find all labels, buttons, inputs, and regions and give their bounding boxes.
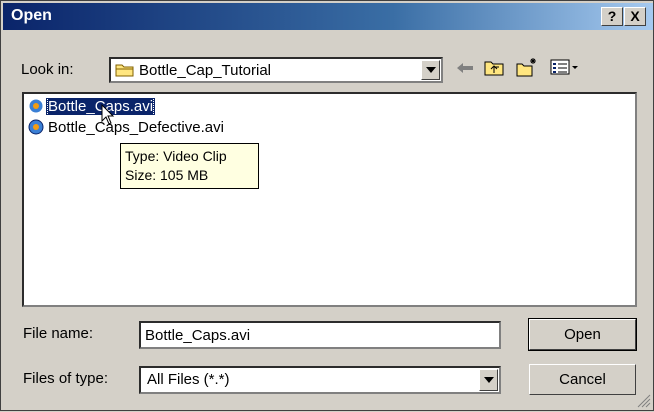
- mouse-cursor-icon: [101, 103, 115, 130]
- video-file-icon: [28, 119, 44, 135]
- look-in-dropdown-button[interactable]: [421, 60, 440, 80]
- file-name-label: File name:: [23, 325, 94, 342]
- file-name-value: Bottle_Caps.avi: [145, 327, 251, 344]
- file-name: Bottle_Caps_Defective.avi: [48, 118, 224, 136]
- back-button[interactable]: [453, 57, 477, 81]
- view-menu-icon: [550, 59, 580, 79]
- chevron-down-icon: [483, 377, 494, 383]
- view-menu-button[interactable]: [547, 57, 583, 81]
- close-button[interactable]: X: [624, 7, 646, 26]
- up-folder-button[interactable]: [481, 57, 507, 81]
- new-folder-button[interactable]: [513, 57, 541, 81]
- back-arrow-icon: [456, 61, 474, 78]
- open-button[interactable]: Open: [528, 318, 637, 351]
- file-type-label: Files of type:: [23, 370, 109, 387]
- tooltip-size: Size: 105 MB: [125, 167, 209, 183]
- file-tooltip: Type: Video Clip Size: 105 MB: [120, 143, 259, 189]
- look-in-label: Look in:: [21, 61, 74, 78]
- file-item-bottle-caps-defective[interactable]: Bottle_Caps_Defective.avi: [28, 117, 226, 137]
- title-bar[interactable]: Open ? X: [3, 3, 653, 30]
- chevron-down-icon: [425, 67, 436, 73]
- file-type-combo[interactable]: All Files (*.*): [139, 366, 501, 394]
- folder-icon: [115, 62, 135, 82]
- cancel-button[interactable]: Cancel: [529, 364, 636, 395]
- video-file-icon: [28, 98, 44, 114]
- look-in-value: Bottle_Cap_Tutorial: [139, 62, 272, 79]
- look-in-combo[interactable]: Bottle_Cap_Tutorial: [109, 57, 443, 83]
- file-type-dropdown-button[interactable]: [479, 369, 498, 391]
- tooltip-type: Type: Video Clip: [125, 148, 227, 164]
- up-folder-icon: [484, 58, 504, 80]
- new-folder-icon: [516, 57, 538, 81]
- resize-grip-icon[interactable]: [637, 394, 651, 408]
- window-title: Open: [11, 7, 52, 24]
- file-type-value: All Files (*.*): [147, 371, 230, 388]
- help-button[interactable]: ?: [601, 7, 623, 26]
- file-item-bottle-caps[interactable]: Bottle_Caps.avi: [28, 96, 156, 116]
- open-dialog: Open ? X Look in: Bottle_Cap_Tutorial Bo…: [0, 0, 654, 411]
- file-name-input[interactable]: Bottle_Caps.avi: [139, 321, 501, 349]
